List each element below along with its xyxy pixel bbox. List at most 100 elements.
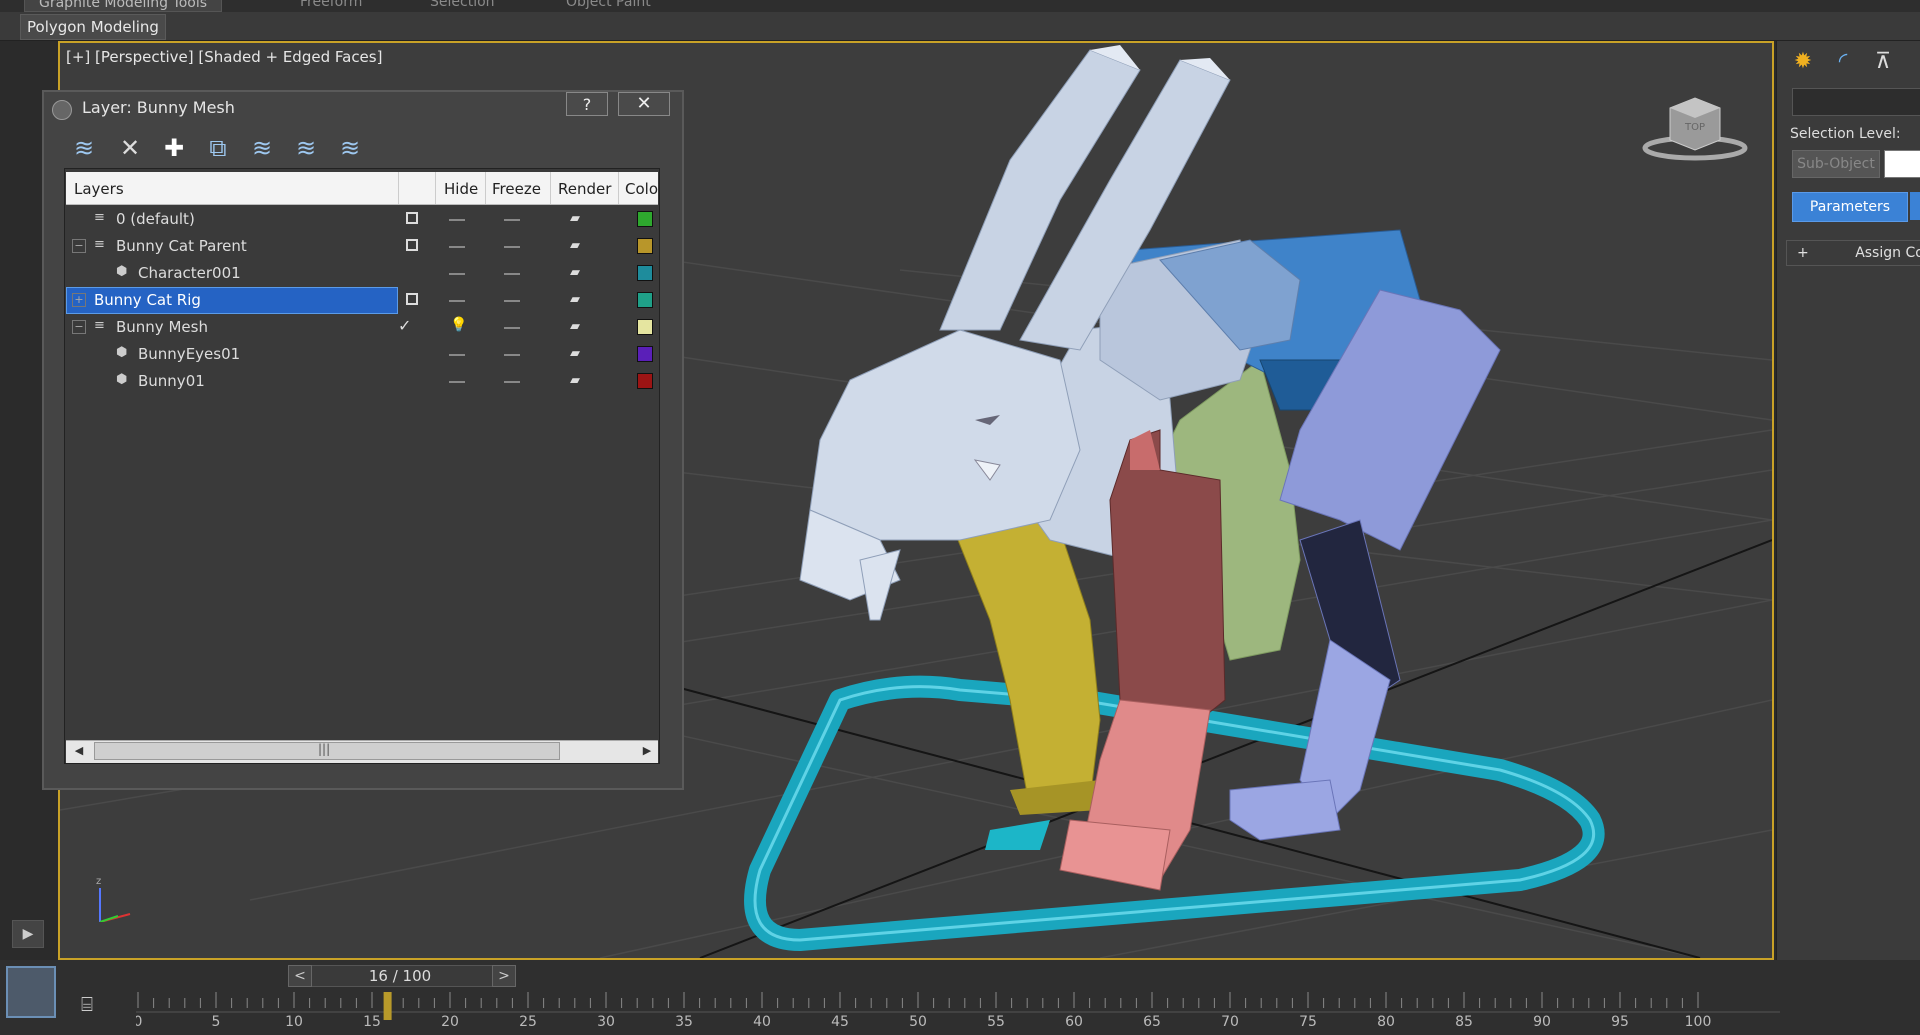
- col-layers[interactable]: Layers: [74, 180, 124, 198]
- viewcube-label: TOP: [1684, 122, 1705, 133]
- layer-color-swatch[interactable]: [637, 211, 653, 227]
- expand-icon[interactable]: +: [72, 293, 86, 307]
- layer-color-swatch[interactable]: [637, 319, 653, 335]
- checkmark-icon[interactable]: ✓: [398, 316, 411, 335]
- freeze-toggle[interactable]: [504, 381, 520, 383]
- ruler-tick-label: 25: [519, 1014, 537, 1030]
- render-icon[interactable]: ▰: [570, 346, 586, 361]
- key-filter-icon[interactable]: ⌸: [72, 992, 102, 1022]
- max-logo-icon: [52, 100, 72, 120]
- tab-object-paint[interactable]: Object Paint: [566, 0, 651, 10]
- parameters-tab[interactable]: Parameters: [1792, 192, 1908, 222]
- hide-toggle[interactable]: [449, 273, 465, 275]
- assign-controller-label: Assign Co: [1855, 245, 1920, 261]
- tab-freeform[interactable]: Freeform: [300, 0, 362, 10]
- prev-frame-button[interactable]: <: [288, 965, 312, 987]
- ruler-tick-label: 95: [1611, 1014, 1629, 1030]
- time-ruler[interactable]: 0 5 10 15 20 25 30 35 40 45 50 55 60 65 70 75 80 85 90 95 10…: [136, 988, 1780, 1030]
- add-to-layer-icon[interactable]: ✚: [158, 132, 190, 164]
- layer-row-bunny-mesh[interactable]: − ≡ Bunny Mesh ✓ 💡 ▰: [66, 314, 658, 341]
- col-freeze[interactable]: Freeze: [492, 180, 541, 198]
- assign-controller-rollout[interactable]: + Assign Co: [1786, 240, 1920, 266]
- render-icon[interactable]: ▰: [570, 211, 586, 226]
- render-icon[interactable]: ▰: [570, 265, 586, 280]
- tab-graphite-modeling-tools[interactable]: Graphite Modeling Tools: [24, 0, 223, 12]
- col-hide[interactable]: Hide: [444, 180, 478, 198]
- active-layer-toggle[interactable]: [406, 239, 418, 251]
- play-icon[interactable]: ▶: [12, 920, 44, 948]
- layer-row-default[interactable]: ≡ 0 (default) ▰: [66, 206, 658, 233]
- modify-icon[interactable]: ◜: [1828, 48, 1858, 76]
- tab-selection[interactable]: Selection: [430, 0, 495, 10]
- viewcube[interactable]: TOP: [1640, 88, 1750, 168]
- ribbon-panel-row: [0, 12, 1920, 41]
- render-icon[interactable]: ▰: [570, 238, 586, 253]
- ruler-tick-label: 60: [1065, 1014, 1083, 1030]
- scroll-left-icon[interactable]: ◀: [72, 742, 86, 760]
- layer-row-bunny-cat-rig[interactable]: + Bunny Cat Rig ▰: [66, 287, 658, 314]
- active-layer-toggle[interactable]: [406, 293, 418, 305]
- close-button[interactable]: ✕: [618, 92, 670, 116]
- collapse-icon[interactable]: −: [72, 320, 86, 334]
- sub-object-value[interactable]: [1884, 150, 1920, 178]
- select-in-layer-icon[interactable]: ⧉: [202, 132, 234, 164]
- mini-listener-thumbnail[interactable]: [6, 966, 56, 1018]
- layer-color-swatch[interactable]: [637, 238, 653, 254]
- active-layer-toggle[interactable]: [406, 212, 418, 224]
- render-icon[interactable]: ▰: [570, 292, 586, 307]
- layer-color-swatch[interactable]: [637, 292, 653, 308]
- frame-counter: 16 / 100: [368, 967, 432, 985]
- hide-toggle[interactable]: [449, 300, 465, 302]
- highlight-layer-icon[interactable]: ≋: [246, 132, 278, 164]
- layer-name: Bunny Cat Rig: [94, 291, 201, 309]
- layer-row-bunnyeyes01[interactable]: ⬢ BunnyEyes01 ▰: [66, 341, 658, 368]
- scroll-right-icon[interactable]: ▶: [640, 742, 654, 760]
- freeze-toggle[interactable]: [504, 219, 520, 221]
- layer-row-character001[interactable]: ⬢ Character001 ▰: [66, 260, 658, 287]
- freeze-toggle[interactable]: [504, 300, 520, 302]
- viewport-label[interactable]: [+] [Perspective] [Shaded + Edged Faces]: [66, 48, 382, 66]
- layer-color-swatch[interactable]: [637, 373, 653, 389]
- layer-icon: ≡: [94, 237, 105, 252]
- hide-toggle[interactable]: [449, 246, 465, 248]
- polygon-modeling-button[interactable]: Polygon Modeling: [20, 14, 166, 40]
- create-layer-icon[interactable]: ≋: [68, 132, 100, 164]
- col-color[interactable]: Colo: [625, 180, 658, 198]
- layer-color-swatch[interactable]: [637, 265, 653, 281]
- object-name-field[interactable]: [1792, 88, 1920, 116]
- layer-icon: ≡: [94, 210, 105, 225]
- object-icon: ⬢: [116, 372, 128, 387]
- delete-layer-icon[interactable]: ✕: [114, 132, 146, 164]
- freeze-all-icon[interactable]: ≋: [334, 132, 366, 164]
- parameters-tab-edge: [1910, 192, 1920, 220]
- expand-plus-icon[interactable]: +: [1797, 245, 1809, 261]
- freeze-toggle[interactable]: [504, 273, 520, 275]
- layer-color-swatch[interactable]: [637, 346, 653, 362]
- next-frame-button[interactable]: >: [492, 965, 516, 987]
- freeze-toggle[interactable]: [504, 327, 520, 329]
- help-button[interactable]: ?: [566, 92, 608, 116]
- render-icon[interactable]: ▰: [570, 373, 586, 388]
- scrollbar-grip-icon: |||: [318, 742, 331, 756]
- hide-toggle[interactable]: [449, 219, 465, 221]
- ruler-tick-label: 70: [1221, 1014, 1239, 1030]
- hide-all-icon[interactable]: ≋: [290, 132, 322, 164]
- col-render[interactable]: Render: [558, 180, 611, 198]
- hide-toggle[interactable]: [449, 381, 465, 383]
- layer-row-bunny01[interactable]: ⬢ Bunny01 ▰: [66, 368, 658, 395]
- freeze-toggle[interactable]: [504, 246, 520, 248]
- ruler-tick-label: 20: [441, 1014, 459, 1030]
- sub-object-dropdown[interactable]: Sub-Object: [1792, 150, 1880, 178]
- ruler-tick-label: 10: [285, 1014, 303, 1030]
- collapse-icon[interactable]: −: [72, 239, 86, 253]
- freeze-toggle[interactable]: [504, 354, 520, 356]
- render-icon[interactable]: ▰: [570, 319, 586, 334]
- lightbulb-icon[interactable]: 💡: [450, 317, 467, 333]
- create-icon[interactable]: ✹: [1788, 48, 1818, 76]
- hide-toggle[interactable]: [449, 354, 465, 356]
- layer-icon: ≡: [94, 318, 105, 333]
- hierarchy-icon[interactable]: ⊼: [1868, 48, 1898, 76]
- layer-row-bunny-cat-parent[interactable]: − ≡ Bunny Cat Parent ▰: [66, 233, 658, 260]
- object-icon: ⬢: [116, 264, 128, 279]
- ruler-tick-label: 55: [987, 1014, 1005, 1030]
